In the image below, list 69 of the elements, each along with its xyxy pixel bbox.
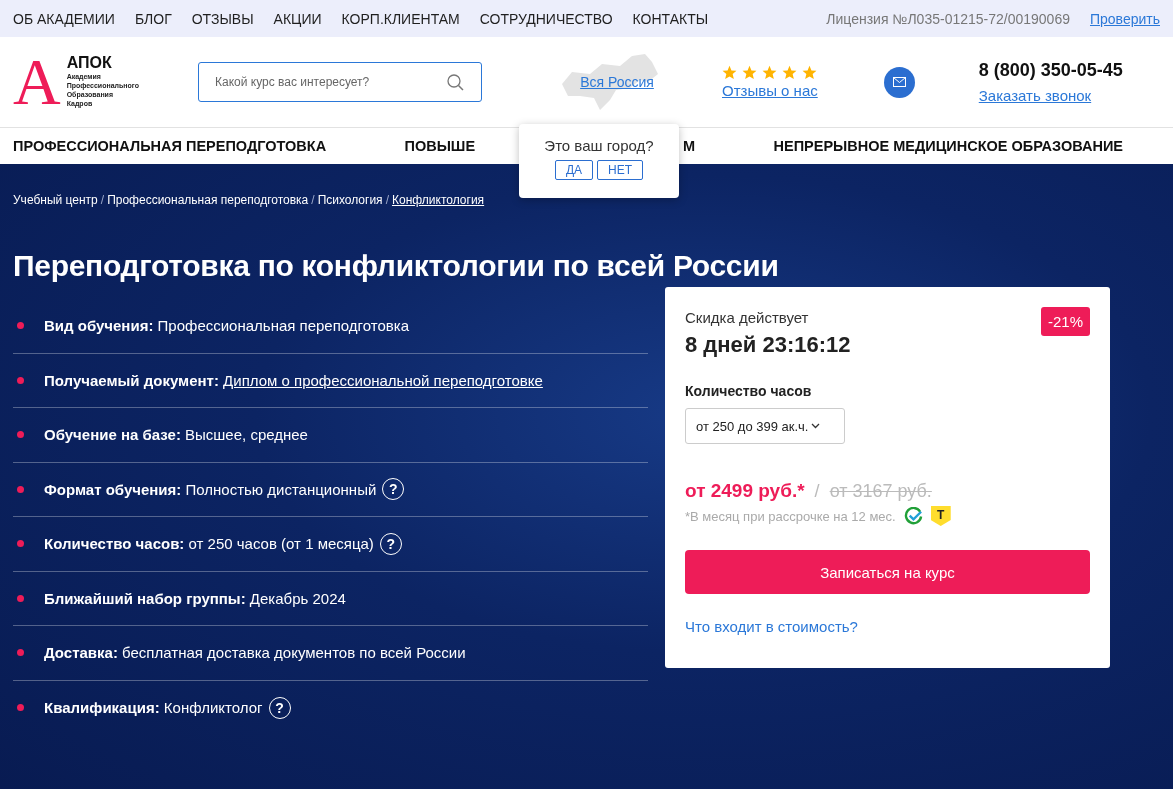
bullet-icon xyxy=(17,649,24,657)
reviews-link[interactable]: Отзывы о нас xyxy=(722,82,818,99)
fact-text: Формат обучения: Полностью дистанционный xyxy=(44,480,377,498)
bullet-icon xyxy=(17,431,24,439)
mail-icon xyxy=(892,77,906,87)
verify-link[interactable]: Проверить xyxy=(1090,10,1160,27)
fact-text: Ближайший набор группы: Декабрь 2024 xyxy=(44,589,346,607)
nav-link[interactable]: М xyxy=(683,138,696,154)
bullet-icon xyxy=(17,376,24,384)
star-icon xyxy=(762,65,778,80)
callback-link[interactable]: Заказать звонок xyxy=(978,87,1123,104)
top-menu-link[interactable]: КОРП.КЛИЕНТАМ xyxy=(341,10,460,27)
page-title: Переподготовка по конфликтологии по всей России xyxy=(13,249,780,283)
top-menu-link[interactable]: БЛОГ xyxy=(134,10,172,27)
fact-text: Доставка: бесплатная доставка документов по всей России xyxy=(44,644,466,662)
bullet-icon xyxy=(17,704,24,712)
top-menu-link[interactable]: КОНТАКТЫ xyxy=(632,10,709,27)
nav-link[interactable]: ПРОФЕССИОНАЛЬНАЯ ПЕРЕПОДГОТОВКА xyxy=(13,138,327,154)
bank-logo: Т xyxy=(930,506,951,526)
top-menu-link[interactable]: СОТРУДНИЧЕСТВО xyxy=(479,10,613,27)
hours-label: Количество часов xyxy=(685,383,813,399)
chevron-down-icon xyxy=(811,423,821,429)
popup-question: Это ваш город? xyxy=(544,137,654,154)
discount-badge: -21% xyxy=(1040,307,1090,336)
breadcrumb-separator: / xyxy=(385,193,389,207)
bullet-icon xyxy=(17,540,24,548)
fact-text: Вид обучения: Профессиональная переподготовка xyxy=(44,317,409,335)
star-icon xyxy=(802,65,818,80)
star-icon xyxy=(782,65,798,80)
phone-number: 8 (800) 350-05-45 xyxy=(978,60,1123,81)
price: от 2499 руб.* xyxy=(685,480,805,502)
fact-text: Получаемый документ: Диплом о профессиональной переподготовке xyxy=(44,371,543,389)
map-icon xyxy=(560,52,660,112)
nav-link[interactable]: НЕПРЕРЫВНОЕ МЕДИЦИНСКОЕ ОБРАЗОВАНИЕ xyxy=(773,138,1123,154)
cost-link[interactable]: Что входит в стоимость? xyxy=(685,618,1090,635)
bullet-icon xyxy=(17,594,24,602)
top-menu-link[interactable]: ОБ АКАДЕМИИ xyxy=(13,10,115,27)
bullet-icon xyxy=(17,485,24,493)
logo-name: АПОК xyxy=(66,54,113,72)
hours-select[interactable]: от 250 до 399 ак.ч. xyxy=(685,408,845,444)
popup-button[interactable]: НЕТ xyxy=(597,160,644,180)
countdown: 8 дней 23:16:12 xyxy=(685,332,852,358)
enroll-button[interactable]: Записаться на курс xyxy=(685,550,1090,594)
search-field[interactable]: Какой курс вас интересует? xyxy=(198,62,482,102)
fact-text: Обучение на базе: Высшее, среднее xyxy=(44,426,308,444)
star-icon xyxy=(742,65,758,80)
installment-note: *В месяц при рассрочке на 12 мес. xyxy=(685,508,896,524)
price-separator: / xyxy=(814,481,820,502)
breadcrumb-link[interactable]: Конфликтология xyxy=(391,193,485,207)
breadcrumb-separator: / xyxy=(311,193,315,207)
top-menu-link[interactable]: АКЦИИ xyxy=(273,10,322,27)
discount-label: Скидка действует xyxy=(685,309,809,326)
breadcrumb-separator: / xyxy=(100,193,105,207)
breadcrumb-link[interactable]: Психология xyxy=(317,193,383,207)
old-price: от 3167 руб. xyxy=(829,481,932,502)
star-icon xyxy=(722,65,738,80)
breadcrumb-link[interactable]: Профессиональная переподготовка xyxy=(107,193,309,207)
logo-letter: А xyxy=(13,54,61,110)
fact-text: Квалификация: Конфликтолог xyxy=(44,699,263,717)
top-menu-link[interactable]: ОТЗЫВЫ xyxy=(191,10,254,27)
breadcrumb-link[interactable]: Учебный центр xyxy=(13,193,98,207)
popup-button[interactable]: ДА xyxy=(554,160,594,180)
mail-button[interactable] xyxy=(883,66,915,98)
license-text: Лицензия №Л035-01215-72/00190069 xyxy=(826,10,1070,27)
search-icon[interactable] xyxy=(447,74,464,91)
fact-text: Количество часов: от 250 часов (от 1 месяца) xyxy=(44,535,374,553)
bullet-icon xyxy=(17,322,24,330)
check-circle-icon xyxy=(903,506,923,526)
nav-link[interactable]: ПОВЫШЕ xyxy=(404,138,476,154)
